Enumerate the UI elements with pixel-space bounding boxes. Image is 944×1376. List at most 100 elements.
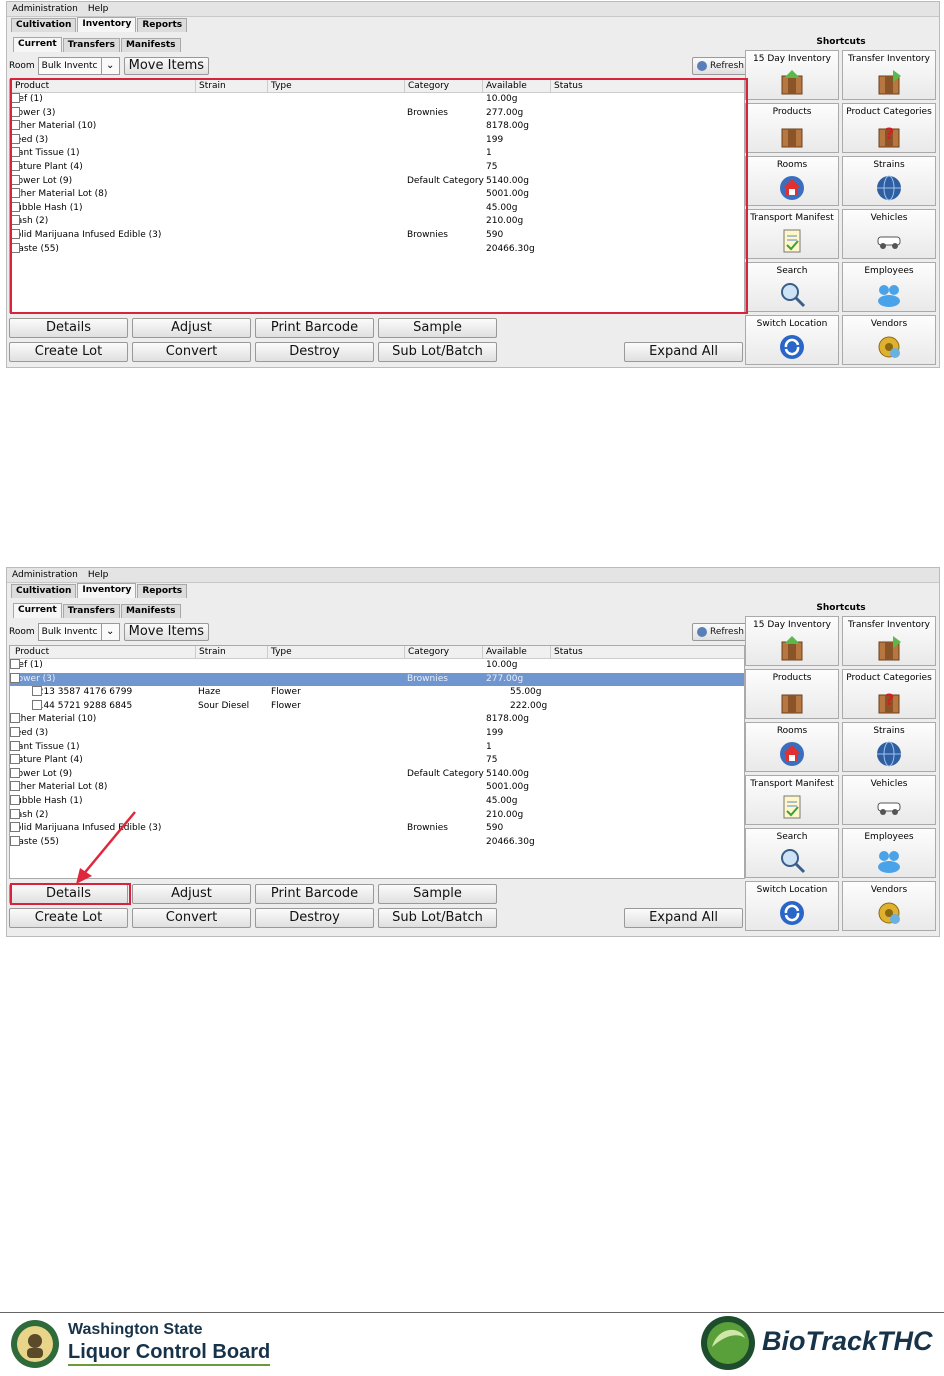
inventory-row[interactable]: Other Material (10) 8178.00g (10, 713, 744, 727)
tab-cultivation[interactable]: Cultivation (11, 18, 77, 32)
expand-all-button[interactable]: Expand All (624, 342, 743, 362)
inventory-row[interactable]: Flower Lot (9) Default Category 5140.00g (10, 767, 744, 782)
tab-reports[interactable]: Reports (137, 584, 188, 598)
row-checkbox[interactable] (10, 672, 20, 683)
tab-inventory[interactable]: Inventory (77, 17, 137, 32)
column-header-category[interactable]: Category (404, 646, 449, 658)
adjust-button[interactable]: Adjust (132, 884, 251, 904)
row-checkbox[interactable] (10, 808, 20, 819)
shortcut-transfer-inventory-button[interactable]: Transfer Inventory (842, 50, 936, 100)
row-checkbox[interactable] (10, 754, 20, 765)
tab-inventory[interactable]: Inventory (77, 583, 137, 598)
row-checkbox[interactable] (10, 822, 20, 833)
subtab-current[interactable]: Current (13, 37, 62, 52)
tab-reports[interactable]: Reports (137, 18, 188, 32)
sample-button[interactable]: Sample (378, 318, 497, 338)
column-header-status[interactable]: Status (550, 646, 583, 658)
create-lot-button[interactable]: Create Lot (9, 908, 128, 928)
destroy-button[interactable]: Destroy (255, 908, 374, 928)
shortcut-search-button[interactable]: Search (745, 262, 839, 312)
row-checkbox[interactable] (10, 781, 20, 792)
shortcut-products-button[interactable]: Products (745, 103, 839, 153)
shortcut-search-button[interactable]: Search (745, 828, 839, 878)
destroy-button[interactable]: Destroy (255, 342, 374, 362)
menu-help[interactable]: Help (88, 4, 109, 14)
inventory-lot-row[interactable]: 0144 5721 9288 6845 Sour Diesel Flower 222.… (10, 699, 744, 714)
chevron-down-icon[interactable]: ⌄ (100, 58, 119, 74)
sample-button[interactable]: Sample (378, 884, 497, 904)
inventory-row[interactable]: Plant Tissue (1) 1 (10, 740, 744, 755)
subtab-transfers[interactable]: Transfers (62, 604, 120, 618)
chevron-down-icon[interactable]: ⌄ (100, 624, 119, 640)
shortcut-label: Rooms (776, 726, 808, 736)
row-checkbox[interactable] (10, 767, 20, 778)
shortcut-15-day-inventory-button[interactable]: 15 Day Inventory (745, 50, 839, 100)
shortcut-transport-manifest-button[interactable]: Transport Manifest (745, 775, 839, 825)
inventory-row[interactable]: Flower (3) Brownies 277.00g (10, 672, 744, 687)
sub-lot-batch-button[interactable]: Sub Lot/Batch (378, 342, 497, 362)
shortcut-vendors-button[interactable]: Vendors (842, 315, 936, 365)
shortcut-switch-location-button[interactable]: Switch Location (745, 315, 839, 365)
inventory-row[interactable]: Bubble Hash (1) 45.00g (10, 794, 744, 809)
inventory-row[interactable]: Other Material Lot (8) 5001.00g (10, 781, 744, 795)
shortcut-vehicles-button[interactable]: Vehicles (842, 209, 936, 259)
row-product-cell: Waste (55) (10, 835, 59, 850)
shortcut-transport-manifest-button[interactable]: Transport Manifest (745, 209, 839, 259)
row-checkbox[interactable] (10, 726, 20, 737)
subtab-current[interactable]: Current (13, 603, 62, 618)
tab-cultivation[interactable]: Cultivation (11, 584, 77, 598)
print-barcode-button[interactable]: Print Barcode (255, 884, 374, 904)
shortcut-vendors-button[interactable]: Vendors (842, 881, 936, 931)
subtab-manifests[interactable]: Manifests (120, 604, 181, 618)
shortcut-product-categories-button[interactable]: Product Categories? (842, 669, 936, 719)
refresh-button[interactable]: Refresh (692, 623, 749, 641)
shortcut-strains-button[interactable]: Strains (842, 156, 936, 206)
move-items-button[interactable]: Move Items (123, 57, 209, 75)
sub-lot-batch-button[interactable]: Sub Lot/Batch (378, 908, 497, 928)
row-checkbox[interactable] (10, 740, 20, 751)
menu-administration[interactable]: Administration (12, 570, 78, 580)
shortcut-strains-button[interactable]: Strains (842, 722, 936, 772)
row-checkbox[interactable] (10, 659, 20, 669)
row-checkbox[interactable] (32, 699, 42, 710)
inventory-lot-row[interactable]: 5213 3587 4176 6799 Haze Flower 55.00g (10, 686, 744, 700)
menu-administration[interactable]: Administration (12, 4, 78, 14)
convert-button[interactable]: Convert (132, 342, 251, 362)
move-items-button[interactable]: Move Items (123, 623, 209, 641)
room-select[interactable]: Bulk Inventc ⌄ (37, 623, 120, 641)
shortcut-product-categories-button[interactable]: Product Categories? (842, 103, 936, 153)
details-button[interactable]: Details (9, 318, 128, 338)
shortcut-employees-button[interactable]: Employees (842, 828, 936, 878)
subtab-transfers[interactable]: Transfers (62, 38, 120, 52)
shortcut-vehicles-button[interactable]: Vehicles (842, 775, 936, 825)
adjust-button[interactable]: Adjust (132, 318, 251, 338)
column-header-available[interactable]: Available (482, 646, 527, 658)
create-lot-button[interactable]: Create Lot (9, 342, 128, 362)
convert-button[interactable]: Convert (132, 908, 251, 928)
print-barcode-button[interactable]: Print Barcode (255, 318, 374, 338)
shortcut-switch-location-button[interactable]: Switch Location (745, 881, 839, 931)
shortcut-rooms-button[interactable]: Rooms (745, 722, 839, 772)
row-checkbox[interactable] (32, 686, 42, 697)
inventory-row[interactable]: Mature Plant (4) 75 (10, 754, 744, 768)
shortcut-products-button[interactable]: Products (745, 669, 839, 719)
row-checkbox[interactable] (10, 794, 20, 805)
menu-help[interactable]: Help (88, 570, 109, 580)
room-select-value: Bulk Inventc (41, 627, 98, 637)
column-header-strain[interactable]: Strain (195, 646, 226, 658)
subtab-manifests[interactable]: Manifests (120, 38, 181, 52)
inventory-row[interactable]: Kief (1) 10.00g (10, 659, 744, 673)
expand-all-button[interactable]: Expand All (624, 908, 743, 928)
shortcut-15-day-inventory-button[interactable]: 15 Day Inventory (745, 616, 839, 666)
column-header-product[interactable]: Product (12, 646, 49, 658)
shortcut-employees-button[interactable]: Employees (842, 262, 936, 312)
refresh-button[interactable]: Refresh (692, 57, 749, 75)
svg-text:?: ? (885, 124, 894, 143)
row-checkbox[interactable] (10, 835, 20, 846)
inventory-row[interactable]: Seed (3) 199 (10, 726, 744, 741)
shortcut-transfer-inventory-button[interactable]: Transfer Inventory (842, 616, 936, 666)
room-select[interactable]: Bulk Inventc ⌄ (37, 57, 120, 75)
shortcut-rooms-button[interactable]: Rooms (745, 156, 839, 206)
column-header-type[interactable]: Type (267, 646, 292, 658)
row-checkbox[interactable] (10, 713, 20, 724)
